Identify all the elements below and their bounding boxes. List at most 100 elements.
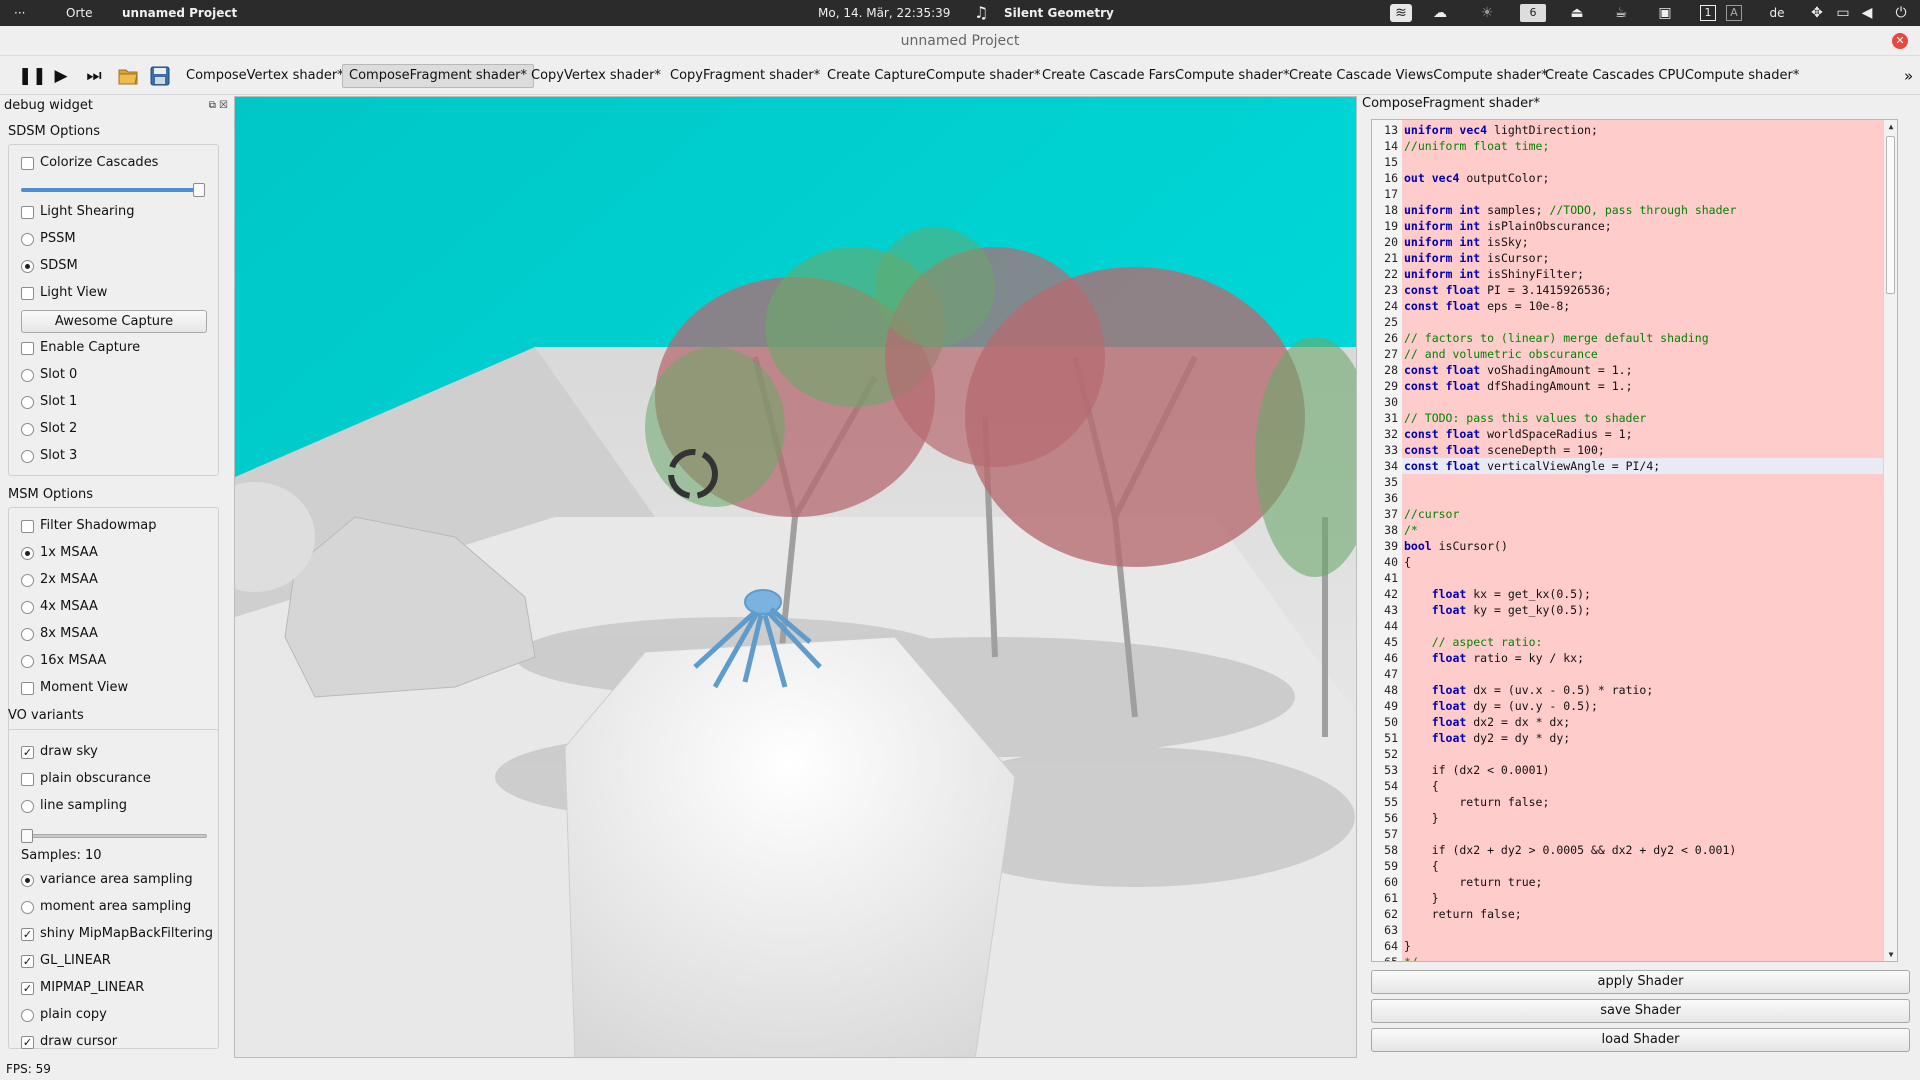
tab-copy-vertex[interactable]: CopyVertex shader*	[525, 64, 667, 88]
line-sampling-radio[interactable]	[21, 800, 34, 813]
tab-copy-fragment[interactable]: CopyFragment shader*	[664, 64, 826, 88]
mipmap-linear-checkbox[interactable]: ✓	[21, 982, 34, 995]
code-line[interactable]: // factors to (linear) merge default sha…	[1404, 330, 1709, 346]
code-line[interactable]: float ratio = ky / kx;	[1404, 650, 1584, 666]
msaa-8x-radio[interactable]	[21, 628, 34, 641]
code-line[interactable]: const float eps = 10e-8;	[1404, 298, 1570, 314]
tab-create-cascade-views[interactable]: Create Cascade ViewsCompute shader*	[1283, 64, 1554, 88]
variance-area-sampling-radio[interactable]	[21, 874, 34, 887]
float-dock-icon[interactable]: ⧉	[209, 100, 216, 111]
code-line[interactable]: return false;	[1404, 794, 1549, 810]
enable-capture-checkbox[interactable]	[21, 342, 34, 355]
clipboard-icon[interactable]: ▣	[1656, 4, 1674, 22]
code-line[interactable]: uniform int isShinyFilter;	[1404, 266, 1584, 282]
slot-1-radio[interactable]	[21, 396, 34, 409]
now-playing[interactable]: Silent Geometry	[1004, 0, 1114, 26]
code-line[interactable]: float dy = (uv.y - 0.5);	[1404, 698, 1598, 714]
filter-shadowmap-checkbox[interactable]	[21, 520, 34, 533]
workspace-a-indicator[interactable]: A	[1726, 5, 1742, 21]
code-line[interactable]: out vec4 outputColor;	[1404, 170, 1549, 186]
colorize-cascades-checkbox[interactable]	[21, 157, 34, 170]
code-line[interactable]: return true;	[1404, 874, 1542, 890]
clock[interactable]: Mo, 14. Mär, 22:35:39	[818, 0, 950, 26]
code-line[interactable]: if (dx2 < 0.0001)	[1404, 762, 1550, 778]
code-line[interactable]: }	[1404, 810, 1439, 826]
code-line[interactable]: uniform int isCursor;	[1404, 250, 1549, 266]
light-shearing-checkbox[interactable]	[21, 206, 34, 219]
code-line[interactable]: uniform int isSky;	[1404, 234, 1529, 250]
code-line[interactable]: float dx2 = dx * dx;	[1404, 714, 1570, 730]
tab-compose-fragment[interactable]: ComposeFragment shader*	[342, 64, 534, 88]
code-line[interactable]: }	[1404, 890, 1439, 906]
code-line[interactable]: // and volumetric obscurance	[1404, 346, 1598, 362]
active-app-label[interactable]: unnamed Project	[122, 0, 237, 26]
apply-shader-button[interactable]: apply Shader	[1371, 970, 1910, 994]
code-line[interactable]: {	[1404, 858, 1439, 874]
gl-linear-checkbox[interactable]: ✓	[21, 955, 34, 968]
code-line[interactable]: float ky = get_ky(0.5);	[1404, 602, 1591, 618]
spotify-icon[interactable]: ≋	[1390, 4, 1412, 22]
plain-obscurance-checkbox[interactable]	[21, 773, 34, 786]
shader-code-editor[interactable]: 13 14 15 16 17 18 19 20 21 22 23 24 25 26 27 28 29 30 31 32…	[1371, 119, 1898, 962]
code-line[interactable]: uniform int isPlainObscurance;	[1404, 218, 1612, 234]
workspace-indicator[interactable]: 6	[1520, 4, 1546, 22]
pause-icon[interactable]: ❚❚	[18, 65, 47, 87]
slot-3-radio[interactable]	[21, 450, 34, 463]
code-line[interactable]: */	[1404, 954, 1418, 961]
samples-slider-handle[interactable]	[21, 829, 33, 843]
display-icon[interactable]: ▭	[1834, 4, 1852, 22]
places-menu[interactable]: Orte	[66, 0, 92, 26]
moment-view-checkbox[interactable]	[21, 682, 34, 695]
editor-scrollbar[interactable]: ▲ ▼	[1883, 120, 1897, 961]
scroll-up-arrow[interactable]: ▲	[1885, 122, 1897, 131]
close-icon[interactable]: ✕	[1892, 33, 1908, 49]
save-icon[interactable]	[149, 65, 171, 87]
pssm-radio[interactable]	[21, 233, 34, 246]
scroll-thumb[interactable]	[1886, 136, 1895, 294]
settings-icon[interactable]: ✥	[1808, 4, 1826, 22]
cascade-slider-handle[interactable]	[193, 183, 205, 197]
open-folder-icon[interactable]	[117, 65, 139, 87]
tab-create-cascades-cpu[interactable]: Create Cascades CPUCompute shader*	[1539, 64, 1805, 88]
cascade-slider[interactable]	[21, 188, 201, 192]
slot-2-radio[interactable]	[21, 423, 34, 436]
code-line[interactable]: //uniform float time;	[1404, 138, 1549, 154]
lightbulb-icon[interactable]: ☀	[1478, 4, 1496, 22]
draw-sky-checkbox[interactable]: ✓	[21, 746, 34, 759]
coffee-icon[interactable]: ☕	[1612, 4, 1630, 22]
awesome-capture-button[interactable]: Awesome Capture	[21, 310, 207, 333]
load-shader-button[interactable]: load Shader	[1371, 1028, 1910, 1052]
draw-cursor-checkbox[interactable]: ✓	[21, 1036, 34, 1049]
workspace-1-indicator[interactable]: 1	[1700, 5, 1716, 21]
moment-area-sampling-radio[interactable]	[21, 901, 34, 914]
close-dock-icon[interactable]: ☒	[219, 100, 228, 111]
code-line[interactable]: const float voShadingAmount = 1.;	[1404, 362, 1633, 378]
slot-0-radio[interactable]	[21, 369, 34, 382]
power-icon[interactable]: ⏻	[1892, 4, 1910, 22]
code-line[interactable]: bool isCursor()	[1404, 538, 1508, 554]
plain-copy-radio[interactable]	[21, 1009, 34, 1022]
play-icon[interactable]: ▶	[50, 65, 72, 87]
samples-slider[interactable]	[21, 834, 207, 838]
eject-icon[interactable]: ⏏	[1568, 4, 1586, 22]
msaa-16x-radio[interactable]	[21, 655, 34, 668]
volume-icon[interactable]: ◀	[1858, 4, 1876, 22]
menu-dots-button[interactable]: ···	[14, 0, 25, 26]
code-line[interactable]: const float PI = 3.1415926536;	[1404, 282, 1612, 298]
msaa-4x-radio[interactable]	[21, 601, 34, 614]
code-line[interactable]: if (dx2 + dy2 > 0.0005 && dx2 + dy2 < 0.…	[1404, 842, 1737, 858]
code-line[interactable]: const float sceneDepth = 100;	[1404, 442, 1605, 458]
light-view-checkbox[interactable]	[21, 287, 34, 300]
sdsm-radio[interactable]	[21, 260, 34, 273]
code-line[interactable]: // TODO: pass this values to shader	[1404, 410, 1646, 426]
code-line[interactable]: /*	[1404, 522, 1418, 538]
msaa-2x-radio[interactable]	[21, 574, 34, 587]
code-line[interactable]: const float worldSpaceRadius = 1;	[1404, 426, 1633, 442]
fast-forward-icon[interactable]: ⏭	[83, 65, 105, 87]
network-cloud-icon[interactable]: ☁	[1431, 4, 1449, 22]
code-line[interactable]: return false;	[1404, 906, 1522, 922]
tab-create-cascade-fars[interactable]: Create Cascade FarsCompute shader*	[1036, 64, 1296, 88]
code-line[interactable]: float kx = get_kx(0.5);	[1404, 586, 1591, 602]
save-shader-button[interactable]: save Shader	[1371, 999, 1910, 1023]
code-line[interactable]: }	[1404, 938, 1411, 954]
